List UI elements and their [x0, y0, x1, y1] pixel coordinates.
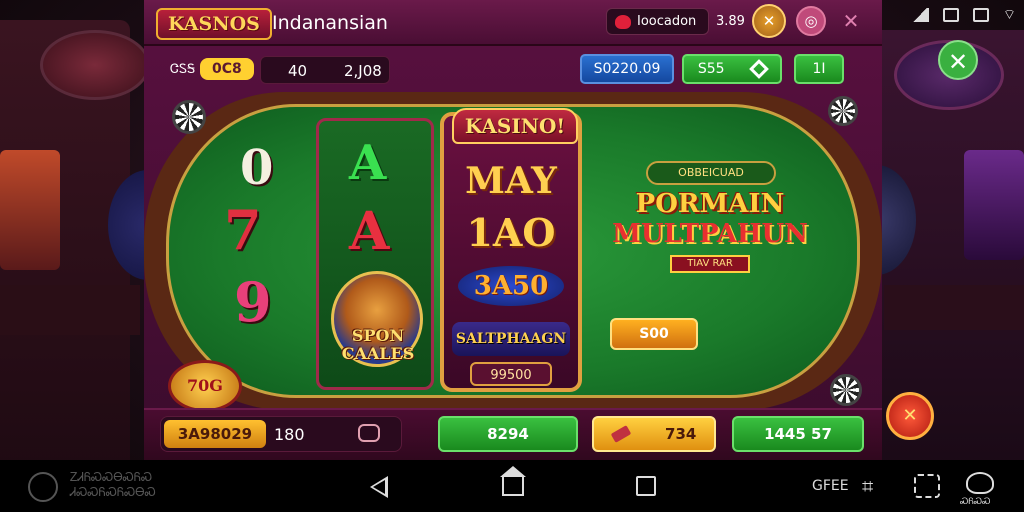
- reel-2: KASINO! MAY 1AO 3A50 SALTPHAAGN 99500: [440, 108, 582, 392]
- profile-button[interactable]: ◎: [796, 6, 826, 36]
- stat-value-2: 2,J08: [344, 62, 382, 80]
- app-info: ᏃᏗᏲᏍᏍᎾᏍᏲᏍ ᏗᏍᏍᏲᏍᏲᏍᎾᏍ: [70, 470, 156, 500]
- wallet-icon[interactable]: [358, 424, 380, 442]
- recent-apps-icon[interactable]: [636, 476, 656, 496]
- wifi-icon: ⌔: [1002, 7, 1016, 23]
- hearts-pill[interactable]: Ioocadon: [606, 8, 710, 35]
- background-screen-left: [0, 150, 60, 270]
- status-bar: ⌔: [910, 6, 1016, 24]
- signal-icon: [910, 8, 929, 22]
- edit-bet-label: 734: [665, 425, 697, 443]
- background-sign-left: [40, 30, 150, 100]
- heart-outline-icon[interactable]: [966, 472, 994, 494]
- app-logo-icon: [28, 472, 58, 502]
- background-console-left: [0, 285, 140, 335]
- balance-number: 180: [274, 425, 305, 444]
- promo-line-1: PORMAIN: [635, 189, 785, 219]
- gold-round-button[interactable]: ✕: [752, 4, 786, 38]
- game-logo: KASNOS: [156, 8, 272, 40]
- heart-label: ᏍᏲᏍᏍ: [960, 497, 991, 507]
- hearts-label: Ioocadon: [637, 14, 697, 29]
- app-info-line-1: ᏃᏗᏲᏍᏍᎾᏍᏲᏍ: [70, 470, 153, 484]
- sub-bar: ᏣᏚᎦ 0C8 40 2,J08 S0220.09 S55 1I: [144, 52, 882, 88]
- promo-banner: OBBEICUAD: [646, 161, 776, 185]
- game-screen: ⌔ KASNOS Indanansian Ioocadon 3.89 ✕ ◎ ✕…: [0, 0, 1024, 512]
- home-icon[interactable]: [500, 466, 526, 496]
- promo-badge: OBBEICUAD PORMAIN MULTPAHUN TIAV RAR: [610, 155, 810, 295]
- blue-balance-button[interactable]: S0220.09: [580, 54, 674, 84]
- spin-button[interactable]: 1445 57: [732, 416, 864, 452]
- notification-icon: [972, 8, 989, 22]
- top-value: 3.89: [716, 14, 745, 29]
- balance-gold: 3A98029: [164, 420, 266, 448]
- symbol-a-red: A: [349, 201, 390, 262]
- reel-line-2: 1AO: [466, 210, 556, 255]
- back-icon[interactable]: [370, 476, 388, 498]
- reel-line-3: 3A50: [458, 266, 564, 306]
- poker-chip-icon: [828, 96, 858, 126]
- gems-label: S55: [697, 61, 725, 77]
- symbol-seven: 7: [224, 198, 262, 262]
- pencil-icon: [610, 425, 631, 443]
- bonus-badge[interactable]: 70G: [168, 360, 242, 412]
- poker-chip-icon: [172, 100, 206, 134]
- reel-line-4: SALTPHAAGN: [452, 322, 570, 356]
- game-frame: KASNOS Indanansian Ioocadon 3.89 ✕ ◎ ✕ Ꮳ…: [144, 0, 882, 460]
- red-action-button[interactable]: ✕: [886, 392, 934, 440]
- battery-icon: [942, 8, 959, 22]
- android-nav-bar: ᏃᏗᏲᏍᏍᎾᏍᏲᏍ ᏗᏍᏍᏲᏍᏲᏍᎾᏍ GFEE ⌗ ᏍᏲᏍᏍ: [0, 460, 1024, 512]
- spin-games-label[interactable]: SPON CAALES: [323, 327, 433, 363]
- reel-line-5: 99500: [470, 362, 552, 386]
- symbol-a-green: A: [349, 135, 387, 191]
- translate-icon[interactable]: ⌗: [862, 474, 873, 498]
- sub-tag: ᏣᏚᎦ: [170, 62, 196, 77]
- nav-text: GFEE: [812, 478, 849, 494]
- small-green-button[interactable]: 1I: [794, 54, 844, 84]
- symbol-nine: 9: [234, 270, 272, 334]
- background-console-right: [884, 285, 1024, 330]
- heart-icon: [615, 15, 631, 29]
- promo-line-2: MULTPAHUN: [612, 219, 808, 249]
- edit-bet-button[interactable]: 734: [592, 416, 716, 452]
- game-title: Indanansian: [272, 12, 388, 34]
- promo-line-3: TIAV RAR: [670, 255, 750, 273]
- symbol-zero: 0: [240, 140, 274, 196]
- top-bar: KASNOS Indanansian Ioocadon 3.89 ✕ ◎ ✕: [144, 0, 882, 46]
- bet-button[interactable]: 8294: [438, 416, 578, 452]
- promo-button[interactable]: S00: [610, 318, 698, 350]
- close-button[interactable]: ✕: [938, 40, 978, 80]
- reel-line-1: MAY: [465, 160, 557, 202]
- reel-1: A A SPON CAALES: [316, 118, 434, 390]
- poker-chip-icon: [830, 374, 862, 406]
- kasino-banner: KASINO!: [452, 108, 578, 144]
- settings-x-button[interactable]: ✕: [836, 6, 866, 36]
- gems-button[interactable]: S55: [682, 54, 782, 84]
- screenshot-icon[interactable]: [914, 474, 940, 498]
- level-pill[interactable]: 0C8: [200, 58, 254, 80]
- background-screen-right: [964, 150, 1024, 260]
- bottom-bar: 3A98029 180 8294 734 1445 57: [144, 408, 882, 460]
- app-info-line-2: ᏗᏍᏍᏲᏍᏲᏍᎾᏍ: [70, 485, 156, 499]
- stat-value-1: 40: [288, 62, 308, 80]
- diamond-icon: [749, 59, 770, 79]
